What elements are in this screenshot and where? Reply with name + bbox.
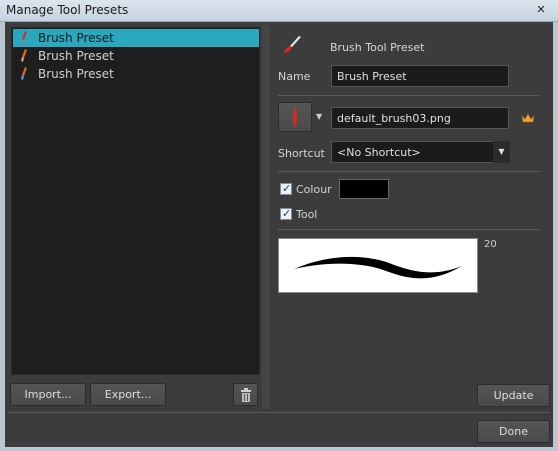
window-titlebar: Manage Tool Presets ✕ <box>0 0 558 22</box>
tool-checkbox[interactable]: ✓ <box>280 207 292 220</box>
trash-icon <box>240 388 251 402</box>
dialog-body: Brush Preset Brush Preset Brush Preset I… <box>5 22 553 447</box>
brush-icon <box>21 31 27 44</box>
brush-tip-icon <box>292 108 298 128</box>
brush-tool-icon <box>283 36 301 53</box>
section-title: Brush Tool Preset <box>330 41 425 54</box>
name-label: Name <box>278 70 311 83</box>
preset-list-item-label: Brush Preset <box>38 31 114 45</box>
panel-splitter[interactable] <box>262 25 270 409</box>
preset-list-item[interactable]: Brush Preset <box>13 29 259 47</box>
preset-list-item-label: Brush Preset <box>38 67 114 81</box>
delete-preset-button[interactable] <box>233 383 258 406</box>
preset-list-item[interactable]: Brush Preset <box>13 47 259 65</box>
brush-stroke-preview <box>278 238 478 293</box>
brush-icon <box>21 67 27 80</box>
window-title: Manage Tool Presets <box>6 3 129 17</box>
divider <box>278 229 540 230</box>
divider <box>278 95 540 96</box>
divider <box>8 412 550 413</box>
preset-list[interactable]: Brush Preset Brush Preset Brush Preset <box>11 27 260 375</box>
shortcut-dropdown-icon[interactable]: ▼ <box>493 141 510 163</box>
brush-file-field[interactable]: default_brush03.png <box>331 107 509 129</box>
crown-icon[interactable] <box>521 113 535 123</box>
brush-tip-button[interactable] <box>278 102 312 132</box>
divider <box>278 171 540 172</box>
update-button[interactable]: Update <box>477 384 550 407</box>
close-icon[interactable]: ✕ <box>534 3 548 17</box>
chevron-down-icon[interactable]: ▼ <box>316 112 322 121</box>
done-button[interactable]: Done <box>477 420 550 443</box>
colour-swatch[interactable] <box>339 179 389 199</box>
export-button[interactable]: Export... <box>90 383 166 406</box>
preset-list-item-label: Brush Preset <box>38 49 114 63</box>
colour-label: Colour <box>296 183 332 196</box>
shortcut-label: Shortcut <box>278 147 325 160</box>
shortcut-select[interactable]: <No Shortcut> <box>331 141 494 163</box>
preset-list-item[interactable]: Brush Preset <box>13 65 259 83</box>
name-field[interactable]: Brush Preset <box>331 65 509 87</box>
colour-checkbox[interactable]: ✓ <box>280 182 292 195</box>
preview-size-value: 20 <box>484 239 497 250</box>
tool-label: Tool <box>296 208 318 221</box>
brush-stroke <box>294 256 462 279</box>
import-button[interactable]: Import... <box>10 383 86 406</box>
brush-icon <box>21 49 27 62</box>
